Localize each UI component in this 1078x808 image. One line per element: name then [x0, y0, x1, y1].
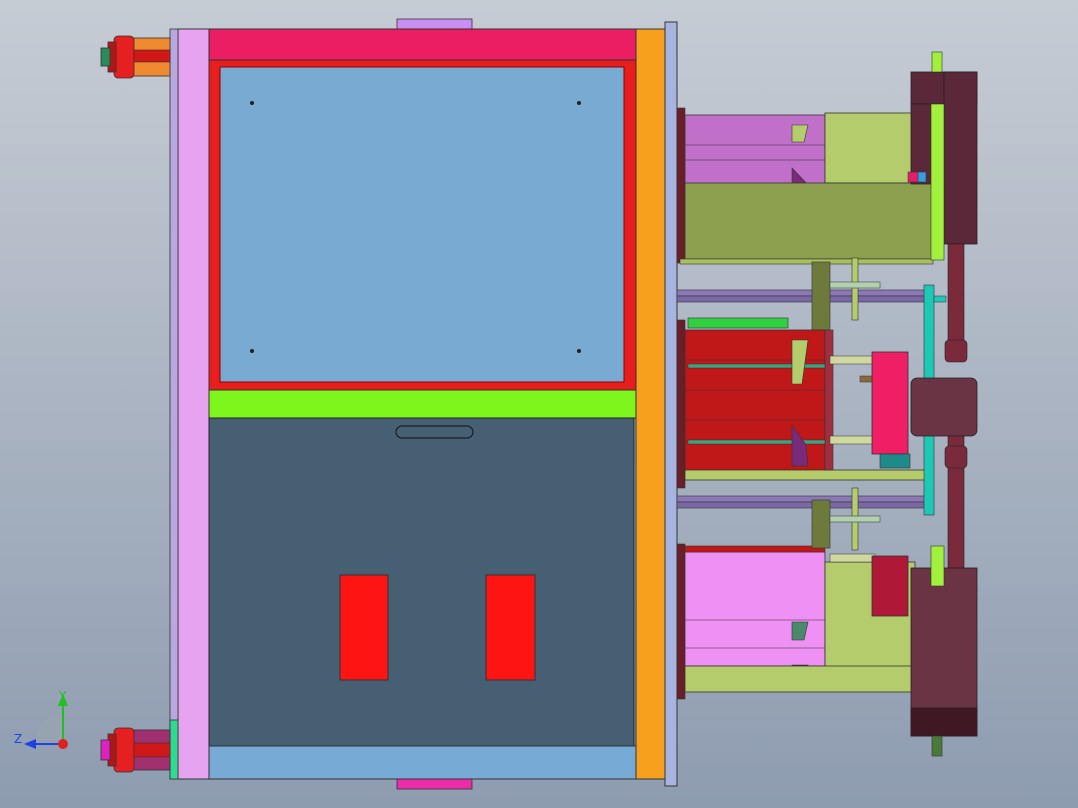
left-clamp-plate [177, 28, 210, 780]
teal-rail-link [933, 295, 947, 303]
parting-bar [208, 389, 637, 419]
screw-hole [250, 101, 254, 105]
hydraulic-block [871, 351, 909, 455]
triad-x-origin [58, 739, 68, 749]
left-clamp-strip [169, 28, 179, 780]
bottom-locating-tab [396, 777, 473, 790]
ejector-slot [395, 425, 474, 439]
core-insert-right [485, 574, 536, 681]
bottom-plate [208, 745, 637, 780]
triad-y-label: Y [58, 689, 67, 703]
screw-hole [577, 101, 581, 105]
top-plate [208, 28, 637, 61]
screw-hole [250, 349, 254, 353]
triad-z-label: Z [14, 732, 22, 746]
bottom-cylinder-fitting [100, 727, 171, 773]
center-cylinder-head [910, 377, 978, 437]
screw-hole [577, 349, 581, 353]
mold-assembly-drawing: Y Z [0, 0, 1078, 808]
top-locating-tab [396, 18, 473, 31]
top-cylinder-fitting [100, 35, 171, 79]
orange-plate [635, 28, 666, 780]
core-plate [208, 417, 635, 747]
cavity-insert [219, 66, 625, 383]
guide-plate [851, 257, 859, 321]
cad-viewport[interactable]: Y Z [0, 0, 1078, 808]
lower-hydraulic-block [871, 555, 909, 617]
hydraulic-block-base [879, 453, 911, 469]
right-edge-strip [664, 21, 678, 787]
left-clamp-green-strip [169, 719, 179, 780]
fitting [917, 171, 927, 183]
core-insert-left [339, 574, 389, 681]
